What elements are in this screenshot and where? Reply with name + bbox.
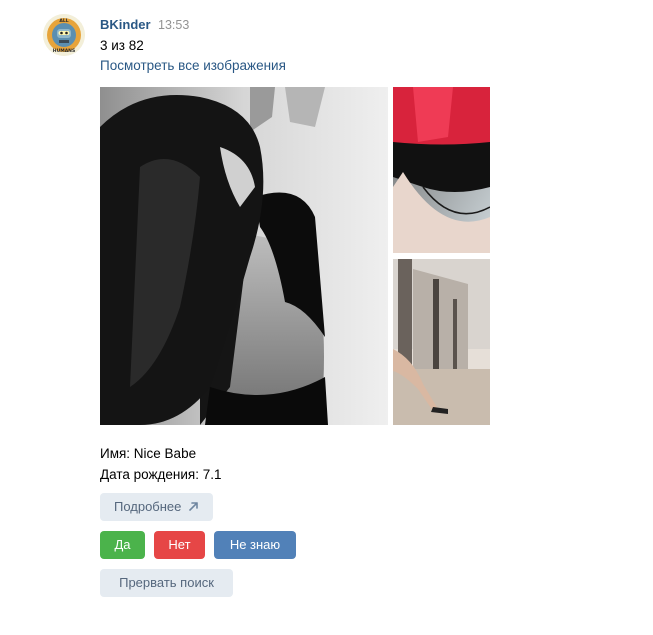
details-button[interactable]: Подробнее [100, 493, 213, 521]
profile-name: Имя: Nice Babe [100, 446, 197, 461]
image-counter: 3 из 82 [100, 38, 144, 53]
no-button[interactable]: Нет [154, 531, 205, 559]
photo-bottom-right[interactable] [393, 259, 490, 425]
yes-button[interactable]: Да [100, 531, 145, 559]
message-time: 13:53 [158, 18, 190, 32]
svg-text:HUMANS: HUMANS [53, 48, 75, 54]
profile-birth-date: Дата рождения: 7.1 [100, 467, 222, 482]
kill-all-humans-robot-icon: ALL HUMANS [43, 14, 85, 56]
stop-search-button[interactable]: Прервать поиск [100, 569, 233, 597]
details-button-label: Подробнее [113, 499, 182, 514]
avatar[interactable]: ALL HUMANS [43, 14, 85, 56]
svg-text:ALL: ALL [59, 18, 68, 24]
author-name[interactable]: BKinder [100, 17, 151, 32]
photo-top-right[interactable] [393, 87, 490, 253]
view-all-images-link[interactable]: Посмотреть все изображения [100, 58, 286, 73]
photo-main[interactable] [100, 87, 388, 425]
dont-know-button[interactable]: Не знаю [214, 531, 296, 559]
arrow-up-right-icon [189, 502, 198, 511]
